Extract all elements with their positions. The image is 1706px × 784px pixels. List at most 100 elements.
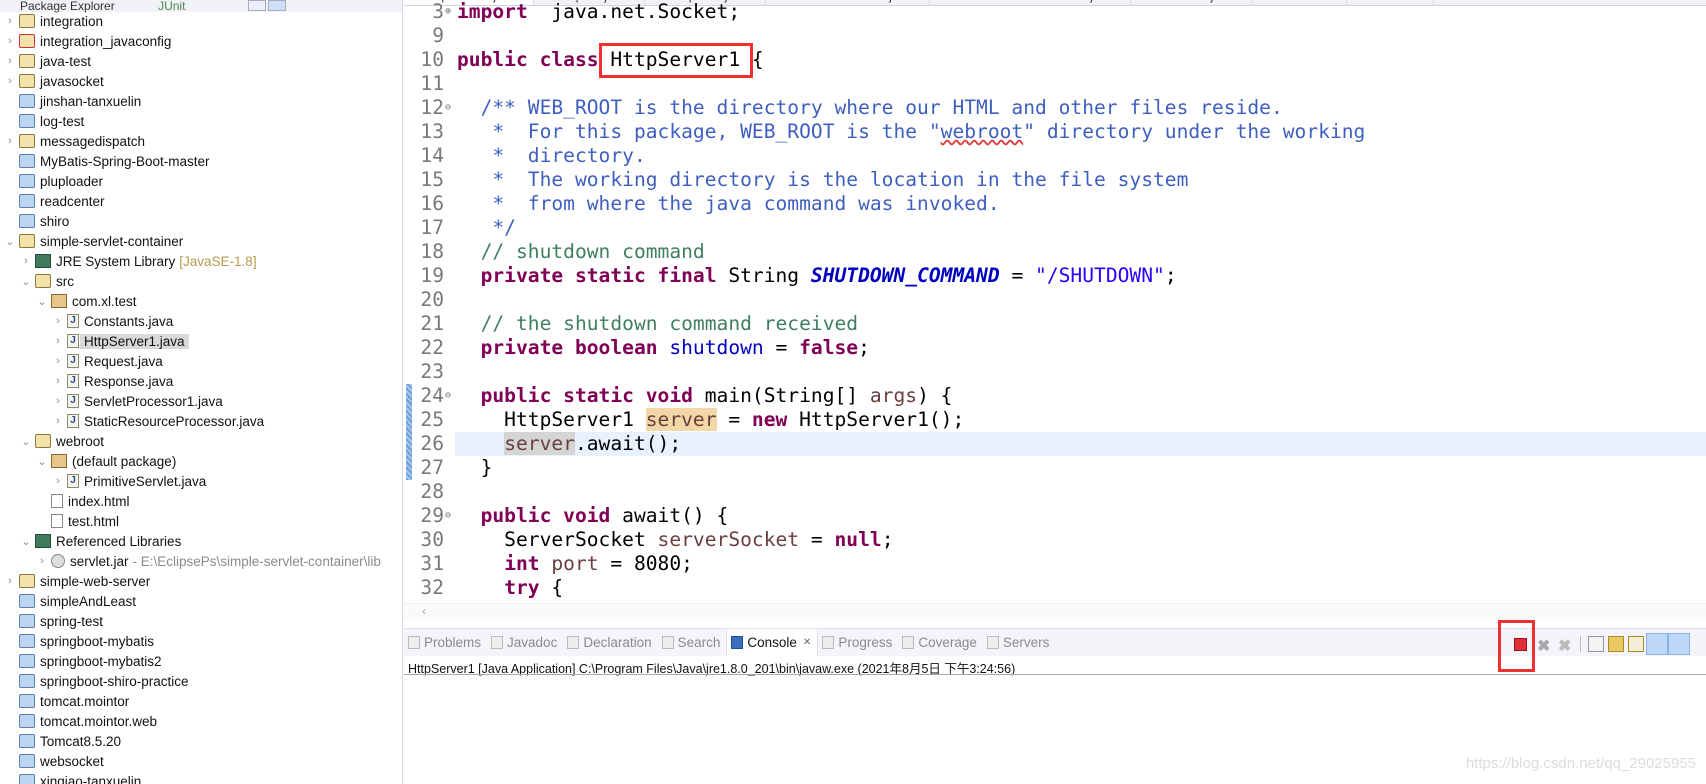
tree-item[interactable]: pluploader: [0, 171, 400, 191]
code-line[interactable]: 32 try {: [404, 576, 1706, 600]
code-line[interactable]: 21 // the shutdown command received: [404, 312, 1706, 336]
show-console-on-stdout-icon[interactable]: [1646, 633, 1668, 655]
tree-item[interactable]: › javasocket: [0, 71, 400, 91]
chevron-right-icon[interactable]: ›: [52, 335, 64, 347]
code-line[interactable]: 25 HttpServer1 server = new HttpServer1(…: [404, 408, 1706, 432]
tree-item[interactable]: spring-test: [0, 611, 400, 631]
tab-javadoc[interactable]: Javadoc: [487, 629, 563, 657]
chevron-right-icon[interactable]: ›: [4, 575, 16, 587]
tree-item[interactable]: springboot-mybatis: [0, 631, 400, 651]
chevron-right-icon[interactable]: ›: [52, 415, 64, 427]
remove-launch-icon[interactable]: ✖: [1537, 636, 1553, 655]
chevron-right-icon[interactable]: ›: [4, 75, 16, 87]
code-line[interactable]: 18 // shutdown command: [404, 240, 1706, 264]
code-line[interactable]: 16 * from where the java command was inv…: [404, 192, 1706, 216]
remove-all-terminated-icon[interactable]: ✖: [1558, 636, 1574, 655]
code-editor[interactable]: HttpServer1.javaRequest.javaResponse.jav…: [404, 0, 1706, 622]
chevron-down-icon[interactable]: ⌄: [36, 455, 48, 468]
tree-item[interactable]: log-test: [0, 111, 400, 131]
code-line[interactable]: 28: [404, 480, 1706, 504]
tab-servers[interactable]: Servers: [983, 629, 1056, 657]
tree-item[interactable]: › integration: [0, 11, 400, 31]
chevron-right-icon[interactable]: ›: [4, 35, 16, 47]
tree-item[interactable]: › J HttpServer1.java: [0, 331, 400, 351]
chevron-right-icon[interactable]: ›: [36, 555, 48, 567]
tree-item[interactable]: › J ServletProcessor1.java: [0, 391, 400, 411]
chevron-right-icon[interactable]: ›: [20, 255, 32, 267]
tree-item[interactable]: › integration_javaconfig: [0, 31, 400, 51]
tree-item[interactable]: ⌄ src: [0, 271, 400, 291]
tab-console[interactable]: Console ✕: [726, 628, 819, 657]
tab-junit[interactable]: JUnit: [158, 0, 185, 13]
chevron-right-icon[interactable]: ›: [4, 135, 16, 147]
tree-item[interactable]: springboot-shiro-practice: [0, 671, 400, 691]
chevron-right-icon[interactable]: ›: [52, 375, 64, 387]
tree-item[interactable]: ⌄ (default package): [0, 451, 400, 471]
tab-coverage[interactable]: Coverage: [898, 629, 983, 657]
code-line[interactable]: 26 server.await();: [420, 432, 1706, 456]
code-line[interactable]: 12 ⊖ /** WEB_ROOT is the directory where …: [404, 96, 1706, 120]
tree-item[interactable]: tomcat.mointor.web: [0, 711, 400, 731]
chevron-down-icon[interactable]: ⌄: [4, 235, 16, 248]
code-line[interactable]: 29 ⊖ public void await() {: [404, 504, 1706, 528]
scroll-lock-icon[interactable]: [1608, 636, 1624, 652]
code-line[interactable]: 17 */: [404, 216, 1706, 240]
chevron-down-icon[interactable]: ⌄: [20, 535, 32, 548]
tab-problems[interactable]: Problems: [404, 629, 487, 657]
tab-progress[interactable]: Progress: [818, 629, 898, 657]
chevron-right-icon[interactable]: ›: [52, 355, 64, 367]
tab-package-explorer[interactable]: Package Explorer: [20, 0, 115, 13]
code-line[interactable]: 20: [404, 288, 1706, 312]
tree-item[interactable]: › J Request.java: [0, 351, 400, 371]
tree-item[interactable]: ⌄ simple-servlet-container: [0, 231, 400, 251]
tree-item[interactable]: › simple-web-server: [0, 571, 400, 591]
tree-item[interactable]: jinshan-tanxuelin: [0, 91, 400, 111]
chevron-right-icon[interactable]: ›: [52, 395, 64, 407]
code-line[interactable]: 22 private boolean shutdown = false;: [404, 336, 1706, 360]
tree-item[interactable]: › JRE System Library [JavaSE-1.8]: [0, 251, 400, 271]
collapse-fold-icon[interactable]: ⊖: [445, 504, 451, 528]
chevron-down-icon[interactable]: ⌄: [20, 435, 32, 448]
code-line[interactable]: 13 * For this package, WEB_ROOT is the "…: [404, 120, 1706, 144]
tree-item[interactable]: shiro: [0, 211, 400, 231]
chevron-right-icon[interactable]: ›: [4, 15, 16, 27]
tab-declaration[interactable]: Declaration: [563, 629, 657, 657]
tree-item[interactable]: xingiao-tanxuelin: [0, 771, 400, 784]
tree-item[interactable]: › J Response.java: [0, 371, 400, 391]
tree-item[interactable]: tomcat.mointor: [0, 691, 400, 711]
tree-item[interactable]: › servlet.jar - E:\EclipsePs\simple-servle…: [0, 551, 400, 571]
chevron-down-icon[interactable]: ⌄: [20, 275, 32, 288]
code-line[interactable]: 19 private static final String SHUTDOWN_…: [404, 264, 1706, 288]
code-line[interactable]: 30 ServerSocket serverSocket = null;: [404, 528, 1706, 552]
code-line[interactable]: 15 * The working directory is the locati…: [404, 168, 1706, 192]
close-icon[interactable]: ✕: [803, 637, 811, 648]
chevron-right-icon[interactable]: ›: [52, 315, 64, 327]
tree-item[interactable]: springboot-mybatis2: [0, 651, 400, 671]
tree-item[interactable]: › J Constants.java: [0, 311, 400, 331]
tree-item[interactable]: simpleAndLeast: [0, 591, 400, 611]
tree-item[interactable]: MyBatis-Spring-Boot-master: [0, 151, 400, 171]
tree-item[interactable]: › messagedispatch: [0, 131, 400, 151]
collapse-fold-icon[interactable]: ⊖: [445, 384, 451, 408]
tree-item[interactable]: index.html: [0, 491, 400, 511]
show-console-on-stderr-icon[interactable]: [1668, 633, 1690, 655]
tree-item[interactable]: test.html: [0, 511, 400, 531]
collapse-all-icon[interactable]: [248, 0, 266, 11]
chevron-right-icon[interactable]: ›: [4, 55, 16, 67]
tree-item[interactable]: ⌄ com.xl.test: [0, 291, 400, 311]
expand-fold-icon[interactable]: ⊕: [445, 0, 451, 24]
tree-item[interactable]: readcenter: [0, 191, 400, 211]
tree-item[interactable]: › J StaticResourceProcessor.java: [0, 411, 400, 431]
tree-item[interactable]: ⌄ Referenced Libraries: [0, 531, 400, 551]
code-line[interactable]: 27 }: [404, 456, 1706, 480]
chevron-down-icon[interactable]: ⌄: [36, 295, 48, 308]
code-line[interactable]: 3 ⊕ import java.net.Socket;: [404, 0, 1706, 24]
tab-search[interactable]: Search: [658, 629, 727, 657]
code-line[interactable]: 24 ⊖ public static void main(String[] arg…: [404, 384, 1706, 408]
horizontal-scrollbar[interactable]: ‹: [404, 603, 1706, 620]
code-line[interactable]: 14 * directory.: [404, 144, 1706, 168]
scroll-left-icon[interactable]: ‹: [422, 604, 426, 618]
tree-item[interactable]: › J PrimitiveServlet.java: [0, 471, 400, 491]
tree-item[interactable]: ⌄ webroot: [0, 431, 400, 451]
tree-item[interactable]: Tomcat8.5.20: [0, 731, 400, 751]
